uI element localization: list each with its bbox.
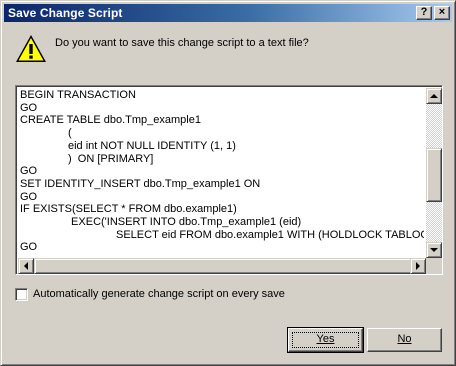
- script-line: (: [68, 127, 72, 140]
- arrow-right-icon: [416, 262, 420, 270]
- yes-button[interactable]: Yes: [287, 327, 364, 353]
- script-line: BEGIN TRANSACTION: [20, 89, 136, 101]
- script-line: CREATE TABLE dbo.Tmp_example1: [20, 114, 201, 127]
- warning-icon: [16, 35, 46, 62]
- scroll-left-button[interactable]: [18, 258, 34, 274]
- script-line: SET IDENTITY_INSERT dbo.Tmp_example1 ON: [20, 177, 261, 190]
- script-line: eid int NOT NULL IDENTITY (1, 1): [68, 139, 236, 152]
- script-text[interactable]: BEGIN TRANSACTION GO CREATE TABLE dbo.Tmp_…: [20, 89, 424, 257]
- arrow-left-icon: [24, 262, 28, 270]
- title-bar[interactable]: Save Change Script ? ×: [4, 4, 452, 22]
- arrow-up-icon: [430, 94, 438, 98]
- script-line: GO: [20, 165, 38, 178]
- horizontal-scroll-thumb[interactable]: [34, 258, 418, 274]
- horizontal-scrollbar[interactable]: [18, 258, 426, 274]
- script-line: IF EXISTS(SELECT * FROM dbo.example1): [20, 203, 237, 216]
- script-line: GO: [20, 241, 38, 254]
- scroll-right-button[interactable]: [410, 258, 426, 274]
- close-button[interactable]: ×: [434, 6, 450, 20]
- script-line: GO: [20, 190, 38, 203]
- help-button[interactable]: ?: [416, 6, 432, 20]
- save-change-script-dialog: Save Change Script ? × Do you want to sa…: [0, 0, 456, 366]
- script-line: SELECT eid FROM dbo.example1 WITH (HOLDL…: [116, 228, 424, 241]
- script-line: GO: [20, 101, 38, 114]
- yes-button-label: Yes: [316, 333, 335, 345]
- window-title: Save Change Script: [8, 6, 123, 20]
- vertical-scrollbar[interactable]: [426, 88, 442, 258]
- script-line: ) ON [PRIMARY]: [68, 152, 154, 165]
- auto-generate-label[interactable]: Automatically generate change script on …: [33, 288, 285, 300]
- no-button-label: No: [397, 333, 412, 345]
- vertical-scroll-thumb[interactable]: [426, 148, 442, 202]
- arrow-down-icon: [430, 248, 438, 252]
- change-script-textbox[interactable]: BEGIN TRANSACTION GO CREATE TABLE dbo.Tmp_…: [15, 85, 443, 275]
- scrollbar-corner: [426, 258, 442, 274]
- script-line: EXEC('INSERT INTO dbo.Tmp_example1 (eid): [68, 216, 302, 229]
- auto-generate-checkbox[interactable]: [15, 288, 28, 301]
- scroll-up-button[interactable]: [426, 88, 442, 104]
- no-button[interactable]: No: [367, 328, 442, 352]
- question-text: Do you want to save this change script t…: [55, 37, 309, 49]
- scroll-down-button[interactable]: [426, 242, 442, 258]
